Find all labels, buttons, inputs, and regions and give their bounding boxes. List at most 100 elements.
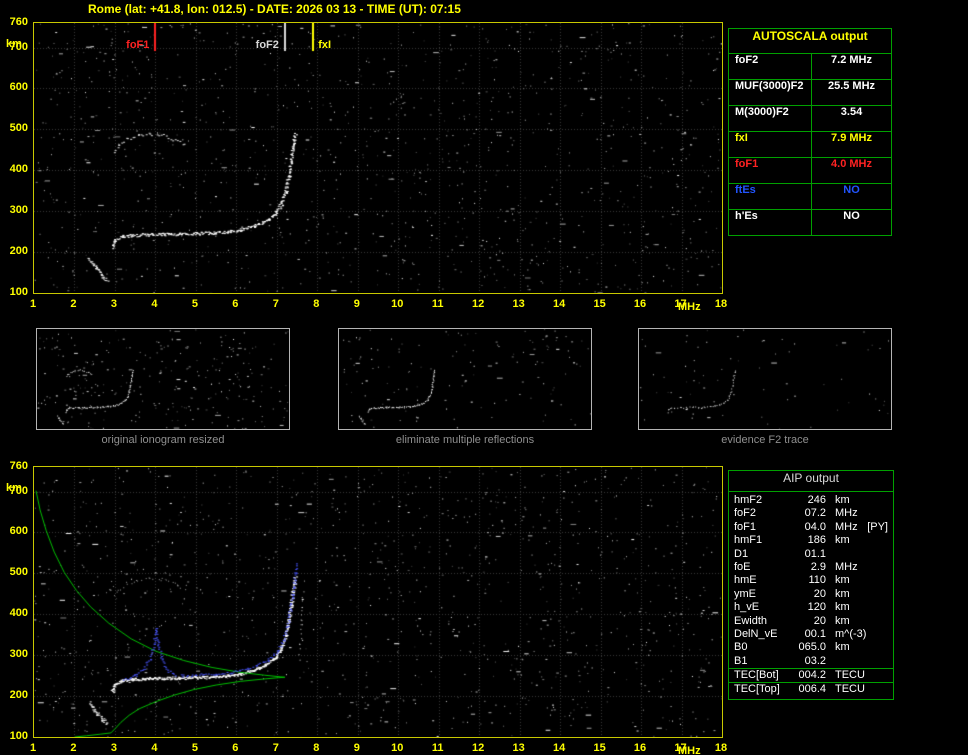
x-tick-label: 15 xyxy=(593,298,606,310)
aip-value: 00.1 xyxy=(804,627,826,640)
aip-unit xyxy=(826,548,888,561)
aip-row: TEC[Bot] 004.2 TECU xyxy=(729,668,893,682)
aip-extra xyxy=(888,669,893,682)
aip-row: B0 065.0 km xyxy=(729,641,893,654)
x-tick-label: 5 xyxy=(191,742,198,754)
y-tick-label: 760 xyxy=(9,460,28,472)
aip-extra xyxy=(888,641,893,654)
x-tick-label: 16 xyxy=(633,298,647,310)
aip-unit: km xyxy=(835,587,850,600)
autoscala-param: h'Es xyxy=(729,210,812,235)
autoscala-param: ftEs xyxy=(729,184,812,209)
aip-extra xyxy=(888,655,893,668)
x-tick-label: 7 xyxy=(272,298,279,310)
x-tick-label: 9 xyxy=(353,742,360,754)
x-tick-label: 14 xyxy=(552,298,566,310)
aip-row: hmF1 186 km xyxy=(729,534,893,547)
aip-extra xyxy=(888,615,893,628)
autoscala-row: foF2 7.2 MHz xyxy=(729,54,891,80)
x-tick-label: 10 xyxy=(391,298,404,310)
aip-unit: MHz xyxy=(835,560,858,573)
aip-extra xyxy=(888,601,893,614)
aip-unit: km xyxy=(835,601,850,614)
aip-value: 065.0 xyxy=(798,641,826,654)
x-tick-label: 6 xyxy=(232,742,239,754)
aip-param: D1 xyxy=(734,547,749,560)
y-tick-label: 500 xyxy=(9,566,28,579)
aip-extra xyxy=(888,507,893,520)
autoscala-param: fxI xyxy=(729,132,812,157)
aip-param: h_vE xyxy=(734,601,760,614)
x-axis-unit: MHz xyxy=(678,745,701,755)
marker-label-foF1: foF1 xyxy=(126,39,150,51)
aip-row: hmE 110 km xyxy=(729,574,893,587)
thumbnail-original-ionogram xyxy=(36,328,290,430)
y-tick-label: 600 xyxy=(9,81,28,94)
aip-extra xyxy=(888,548,893,561)
ionogram-canvas-top xyxy=(34,23,722,293)
y-tick-label: 200 xyxy=(9,689,28,702)
y-tick-label: 600 xyxy=(9,525,28,538)
aip-extra xyxy=(888,588,893,601)
aip-param: Ewidth xyxy=(734,614,768,627)
aip-param: foE xyxy=(734,560,751,573)
thumbnail-canvas-f2 xyxy=(639,329,891,429)
autoscala-value: 25.5 MHz xyxy=(827,80,876,92)
y-tick-label: 100 xyxy=(9,730,28,742)
aip-row: h_vE 120 km xyxy=(729,601,893,614)
thumbnail-caption-f2: evidence F2 trace xyxy=(721,434,809,446)
x-tick-label: 16 xyxy=(633,742,647,754)
aip-param: foF1 xyxy=(734,520,757,533)
x-tick-label: 6 xyxy=(232,298,239,310)
autoscala-value: NO xyxy=(843,210,860,222)
aip-row: foE 2.9 MHz xyxy=(729,561,893,574)
aip-value: 246 xyxy=(807,494,826,506)
x-tick-label: 12 xyxy=(472,742,485,754)
aip-value: 01.1 xyxy=(804,547,826,560)
aip-unit: km xyxy=(835,534,850,547)
aip-param: hmF1 xyxy=(734,534,763,547)
ionogram-plot-bottom xyxy=(33,466,723,738)
aip-row: foF2 07.2 MHz xyxy=(729,507,893,520)
ionogram-canvas-bottom xyxy=(34,467,722,737)
x-tick-label: 1 xyxy=(29,742,37,754)
x-tick-label: 3 xyxy=(110,298,117,310)
aip-unit: TECU xyxy=(835,683,865,696)
aip-value: 120 xyxy=(807,601,826,614)
x-tick-label: 3 xyxy=(110,742,117,754)
aip-row: B1 03.2 xyxy=(729,655,893,668)
ionogram-plot-top: foF1 foF2 fxI xyxy=(33,22,723,294)
autoscala-value: 3.54 xyxy=(840,106,863,118)
aip-extra xyxy=(888,561,893,574)
y-tick-label: 400 xyxy=(9,163,28,176)
x-tick-label: 5 xyxy=(191,298,198,310)
aip-param: B0 xyxy=(734,641,748,654)
autoscala-row: ftEs NO xyxy=(729,184,891,210)
autoscala-param: foF1 xyxy=(729,158,812,183)
thumbnail-caption-reflections: eliminate multiple reflections xyxy=(395,434,535,446)
y-tick-label: 760 xyxy=(9,16,28,28)
aip-unit: km xyxy=(835,614,850,627)
autoscala-title: AUTOSCALA output xyxy=(729,29,891,54)
x-tick-label: 18 xyxy=(714,298,728,310)
aip-extra: [PY] xyxy=(867,520,888,533)
autoscala-row: M(3000)F2 3.54 xyxy=(729,106,891,132)
x-tick-label: 13 xyxy=(512,298,525,310)
aip-param: B1 xyxy=(734,654,748,667)
aip-value: 110 xyxy=(808,574,826,587)
y-tick-label: 300 xyxy=(9,204,28,217)
marker-label-foF2: foF2 xyxy=(255,39,279,51)
aip-row: foF1 04.0 MHz [PY] xyxy=(729,521,893,534)
aip-unit: m^(-3) xyxy=(835,627,867,640)
y-tick-label: 200 xyxy=(9,245,28,258)
aip-extra xyxy=(888,494,893,507)
aip-extra xyxy=(888,574,893,587)
x-tick-label: 2 xyxy=(70,742,77,754)
aip-extra xyxy=(888,534,893,547)
aip-unit: TECU xyxy=(835,669,865,682)
x-tick-label: 13 xyxy=(512,742,525,754)
aip-param: TEC[Bot] xyxy=(734,669,779,682)
aip-row: hmF2 246 km xyxy=(729,494,893,507)
aip-unit: km xyxy=(835,574,850,587)
y-tick-label: 400 xyxy=(9,607,28,620)
